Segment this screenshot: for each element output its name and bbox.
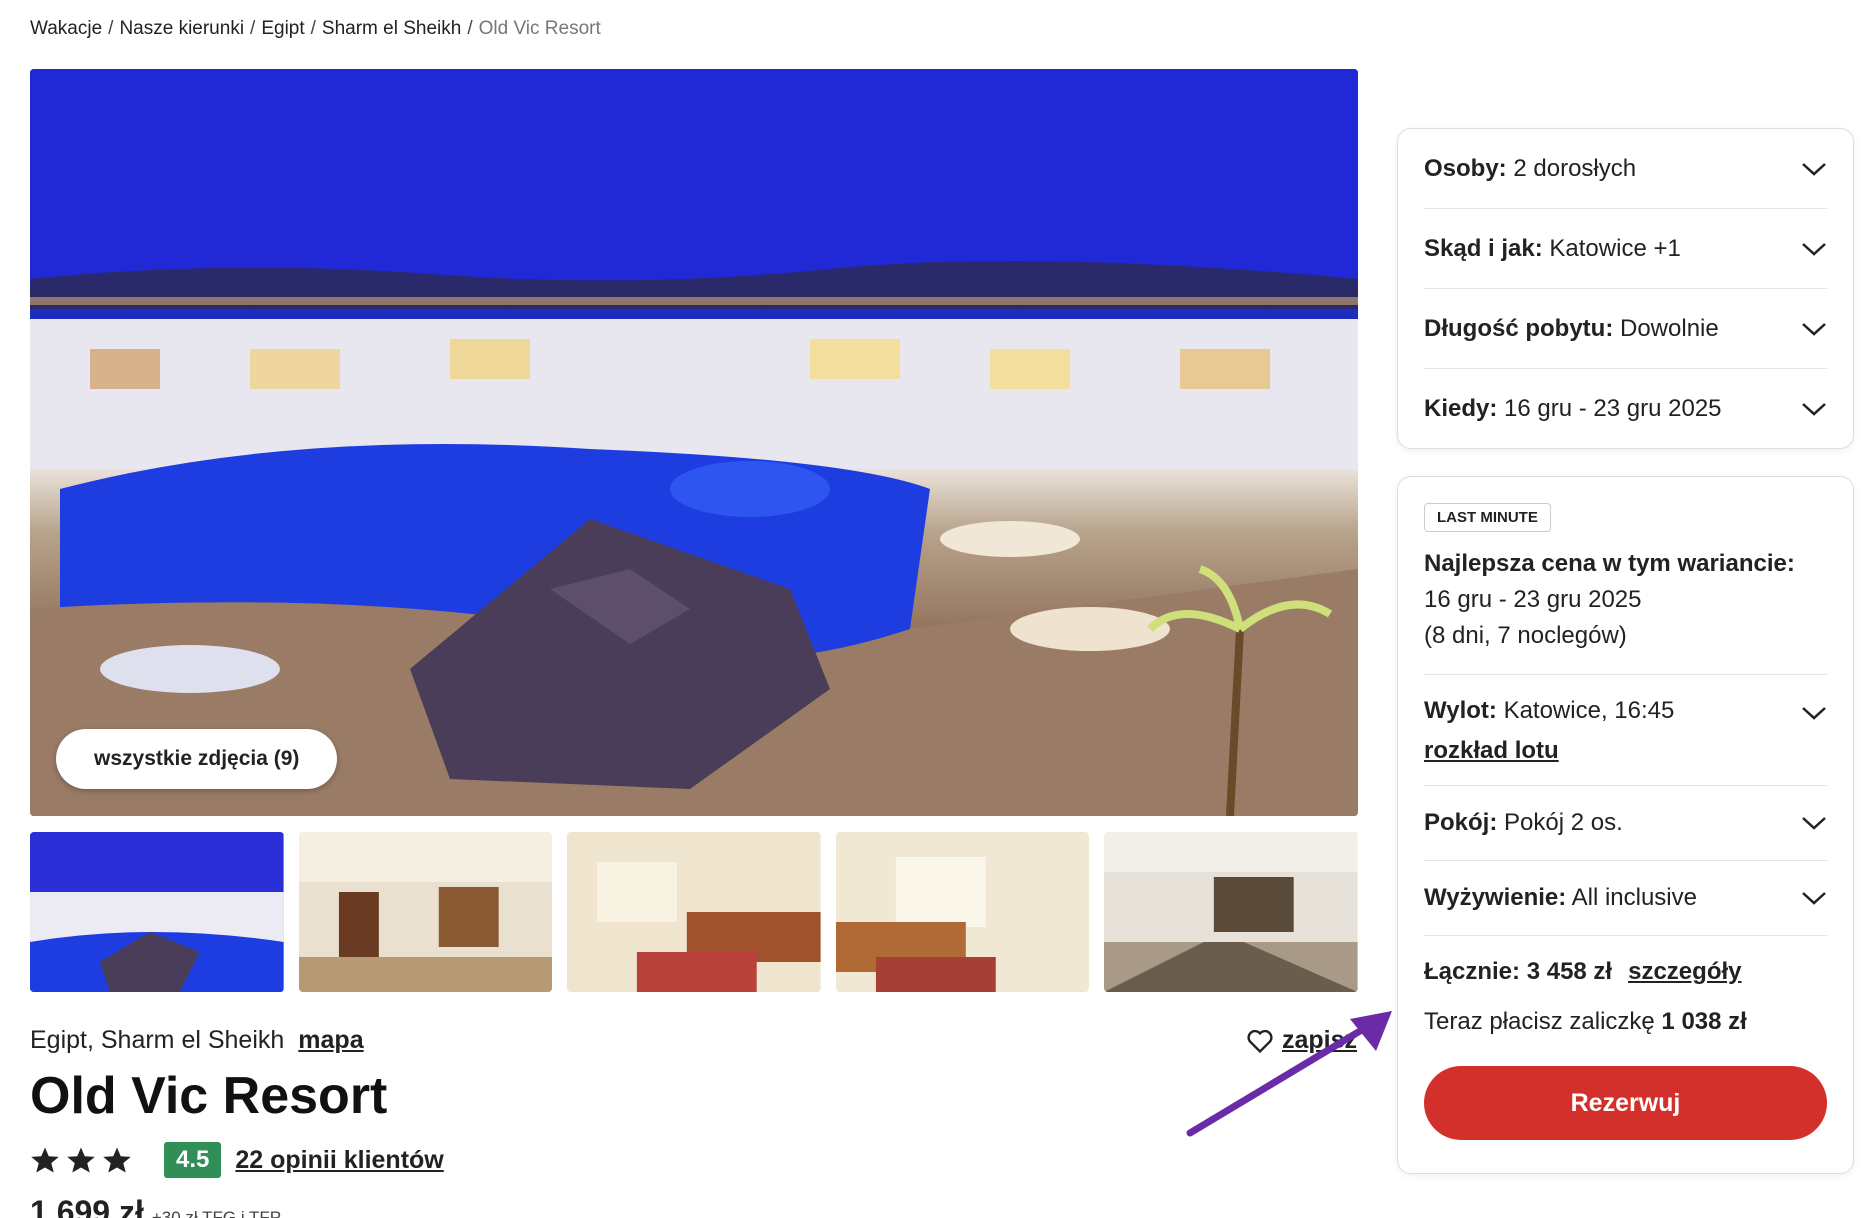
best-price-duration: (8 dni, 7 noclegów) (1424, 622, 1627, 649)
thumbnail-pool-night[interactable] (30, 832, 284, 992)
chevron-down-icon (1802, 162, 1826, 176)
hotel-location: Egipt, Sharm el Sheikh mapa (30, 1026, 364, 1055)
filter-value: 16 gru - 23 gru 2025 (1504, 395, 1722, 422)
filter-value: 2 dorosłych (1513, 154, 1637, 182)
star-icon (103, 1147, 131, 1173)
score-badge: 4.5 (164, 1142, 222, 1178)
save-label: zapisz (1282, 1026, 1358, 1054)
thumbnail-image (835, 832, 1090, 992)
filter-dates[interactable]: Kiedy: 16 gru - 23 gru 2025 (1424, 369, 1827, 449)
save-button[interactable]: zapisz (1246, 1026, 1357, 1055)
thumbnail-image (30, 832, 284, 992)
star-icon (67, 1147, 95, 1173)
flight-value: Katowice, 16:45 (1503, 697, 1675, 724)
chevron-down-icon (1802, 892, 1826, 905)
filter-people[interactable]: Osoby: 2 dorosłych (1424, 129, 1827, 209)
chevron-down-icon (1802, 817, 1826, 830)
all-photos-button[interactable]: wszystkie zdjęcia (9) (56, 729, 338, 789)
deposit-info: Teraz płacisz zaliczkę 1 038 zł (1424, 1008, 1827, 1036)
thumbnail-lobby[interactable] (298, 832, 553, 992)
breadcrumb-separator: / (108, 18, 114, 39)
filter-value: Katowice +1 (1549, 234, 1681, 262)
board-selector[interactable]: Wyżywienie: All inclusive (1424, 861, 1827, 936)
star-icon (31, 1147, 59, 1173)
breadcrumb-item[interactable]: Wakacje (30, 18, 102, 39)
best-price-info: Najlepsza cena w tym wariancie: 16 gru -… (1424, 546, 1827, 675)
breadcrumb-separator: / (250, 18, 256, 39)
location-text: Egipt, Sharm el Sheikh (30, 1026, 285, 1054)
reserve-button[interactable]: Rezerwuj (1424, 1066, 1827, 1140)
thumbnail-image (298, 832, 553, 992)
chevron-down-icon (1802, 242, 1826, 256)
deposit-label: Teraz płacisz zaliczkę (1424, 1008, 1655, 1035)
breadcrumb: Wakacje / Nasze kierunki / Egipt / Sharm el Sh… (30, 18, 601, 40)
board-value: All inclusive (1571, 884, 1697, 911)
room-selector[interactable]: Pokój: Pokój 2 os. (1424, 786, 1827, 861)
thumbnail-bedroom-1[interactable] (567, 832, 821, 992)
total-price: Łącznie: 3 458 zł szczegóły (1424, 958, 1827, 986)
last-minute-badge: LAST MINUTE (1424, 503, 1551, 532)
breadcrumb-separator: / (310, 18, 316, 39)
resort-photo-illustration (30, 69, 1358, 816)
price-details-link[interactable]: szczegóły (1628, 958, 1741, 986)
deposit-value: 1 038 zł (1661, 1008, 1747, 1035)
best-price-dates: 16 gru - 23 gru 2025 (1424, 586, 1642, 613)
flight-selector[interactable]: Wylot: Katowice, 16:45 rozkład lotu (1424, 675, 1827, 786)
filter-label: Kiedy: (1424, 395, 1498, 422)
thumbnail-hall[interactable] (1104, 832, 1358, 992)
board-label: Wyżywienie: (1424, 884, 1567, 911)
breadcrumb-separator: / (467, 18, 473, 39)
thumbnail-bedroom-2[interactable] (835, 832, 1090, 992)
reviews-link[interactable]: 22 opinii klientów (235, 1146, 443, 1175)
breadcrumb-item[interactable]: Nasze kierunki (119, 18, 244, 39)
filter-length[interactable]: Długość pobytu: Dowolnie (1424, 289, 1827, 369)
flight-schedule-link[interactable]: rozkład lotu (1424, 737, 1674, 765)
room-label: Pokój: (1424, 809, 1498, 836)
chevron-down-icon (1802, 403, 1826, 416)
chevron-down-icon (1802, 322, 1826, 336)
filter-departure[interactable]: Skąd i jak: Katowice +1 (1424, 209, 1827, 289)
flight-label: Wylot: (1424, 697, 1497, 724)
filter-value: Dowolnie (1620, 314, 1719, 342)
filter-label: Skąd i jak: (1424, 234, 1543, 262)
room-value: Pokój 2 os. (1504, 809, 1623, 836)
total-value: 3 458 zł (1526, 958, 1613, 985)
thumbnail-image (567, 832, 821, 992)
offer-panel: LAST MINUTE Najlepsza cena w tym warianc… (1397, 476, 1854, 1174)
chevron-down-icon (1802, 707, 1826, 720)
heart-icon (1247, 1029, 1273, 1053)
best-price-label: Najlepsza cena w tym wariancie: (1424, 550, 1795, 577)
hotel-name: Old Vic Resort (30, 1067, 388, 1125)
filter-label: Długość pobytu: (1424, 314, 1614, 342)
star-rating (30, 1146, 132, 1174)
price-note: +30 zł TFG i TFP (151, 1208, 282, 1218)
map-link[interactable]: mapa (298, 1026, 363, 1055)
price-value: 1 699 zł (30, 1194, 144, 1218)
thumbnail-image (1104, 832, 1358, 992)
total-label: Łącznie: (1424, 958, 1521, 985)
breadcrumb-item[interactable]: Sharm el Sheikh (322, 18, 461, 39)
breadcrumb-item[interactable]: Egipt (261, 18, 304, 39)
price-row: 1 699 zł +30 zł TFG i TFP (30, 1194, 281, 1218)
main-photo[interactable]: wszystkie zdjęcia (9) (30, 69, 1358, 816)
rating-row: 4.5 22 opinii klientów (30, 1142, 444, 1178)
thumbnail-strip (30, 832, 1358, 992)
search-filters-panel: Osoby: 2 dorosłych Skąd i jak: Katowice … (1397, 128, 1854, 449)
filter-label: Osoby: (1424, 154, 1507, 182)
breadcrumb-current: Old Vic Resort (478, 18, 601, 39)
